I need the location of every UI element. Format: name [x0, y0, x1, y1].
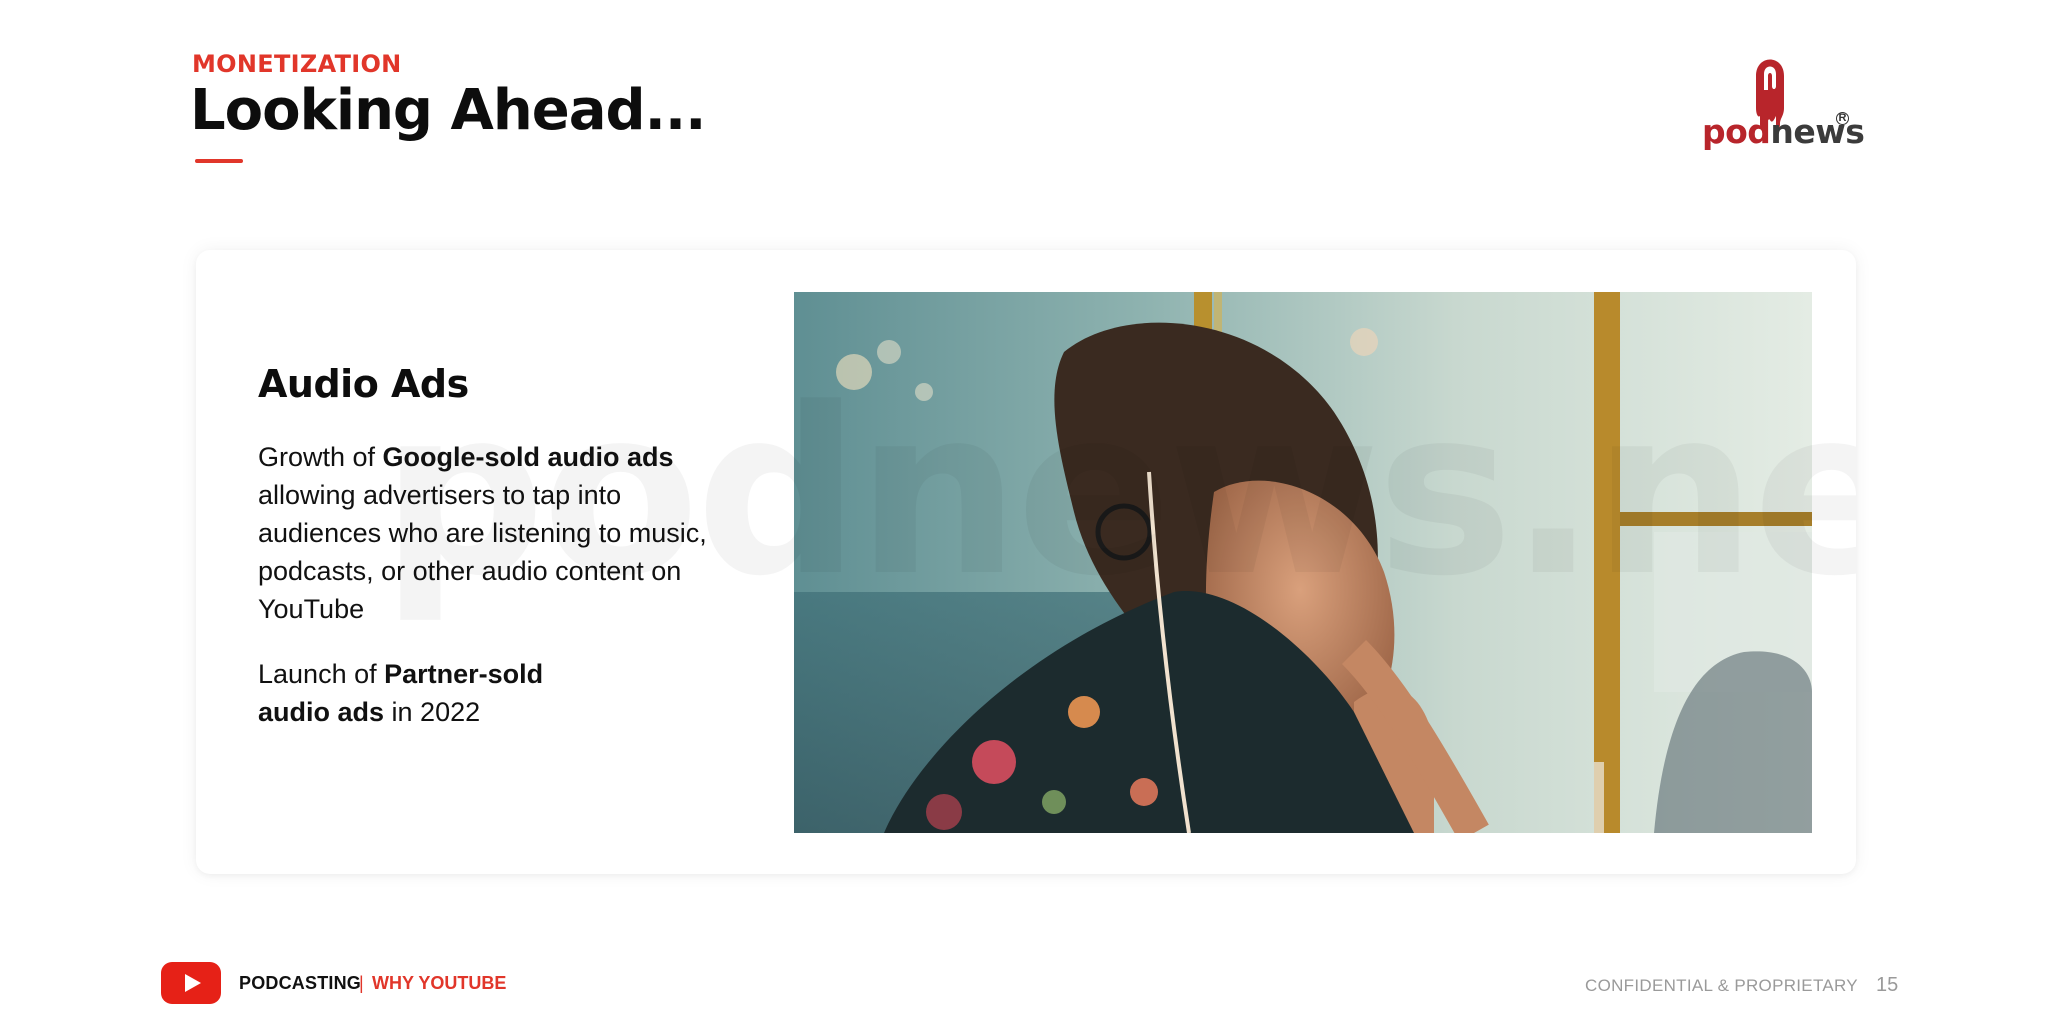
page-number: 15 — [1876, 974, 1899, 996]
card-heading: Audio Ads — [258, 362, 469, 406]
logo-news: news — [1770, 112, 1865, 151]
section-label: MONETIZATION — [192, 50, 402, 78]
title-underline — [195, 159, 243, 163]
photo-illustration — [794, 292, 1812, 833]
woman-with-earphones-photo — [794, 292, 1812, 833]
youtube-play-icon — [161, 962, 221, 1004]
footer-brand: PODCASTING — [239, 973, 362, 993]
paragraph-partner-sold: Launch of Partner-sold audio ads in 2022 — [258, 655, 558, 731]
p2-suffix: in 2022 — [384, 697, 481, 727]
paragraph-google-sold: Growth of Google-sold audio ads allowing… — [258, 438, 738, 628]
content-card: podnews.net Audio Ads Growth of Google-s… — [196, 250, 1856, 874]
registered-mark: R — [1836, 112, 1849, 125]
footer-separator: | — [359, 973, 364, 993]
p1-bold: Google-sold audio ads — [382, 442, 674, 472]
p2-prefix: Launch of — [258, 659, 385, 689]
p1-suffix: allowing advertisers to tap into audienc… — [258, 480, 707, 624]
footer-confidential: CONFIDENTIAL & PROPRIETARY — [1585, 976, 1858, 995]
footer-section: WHY YOUTUBE — [372, 973, 507, 993]
p1-prefix: Growth of — [258, 442, 383, 472]
page-title: Looking Ahead... — [190, 78, 706, 143]
logo-pod: pod — [1702, 112, 1771, 151]
